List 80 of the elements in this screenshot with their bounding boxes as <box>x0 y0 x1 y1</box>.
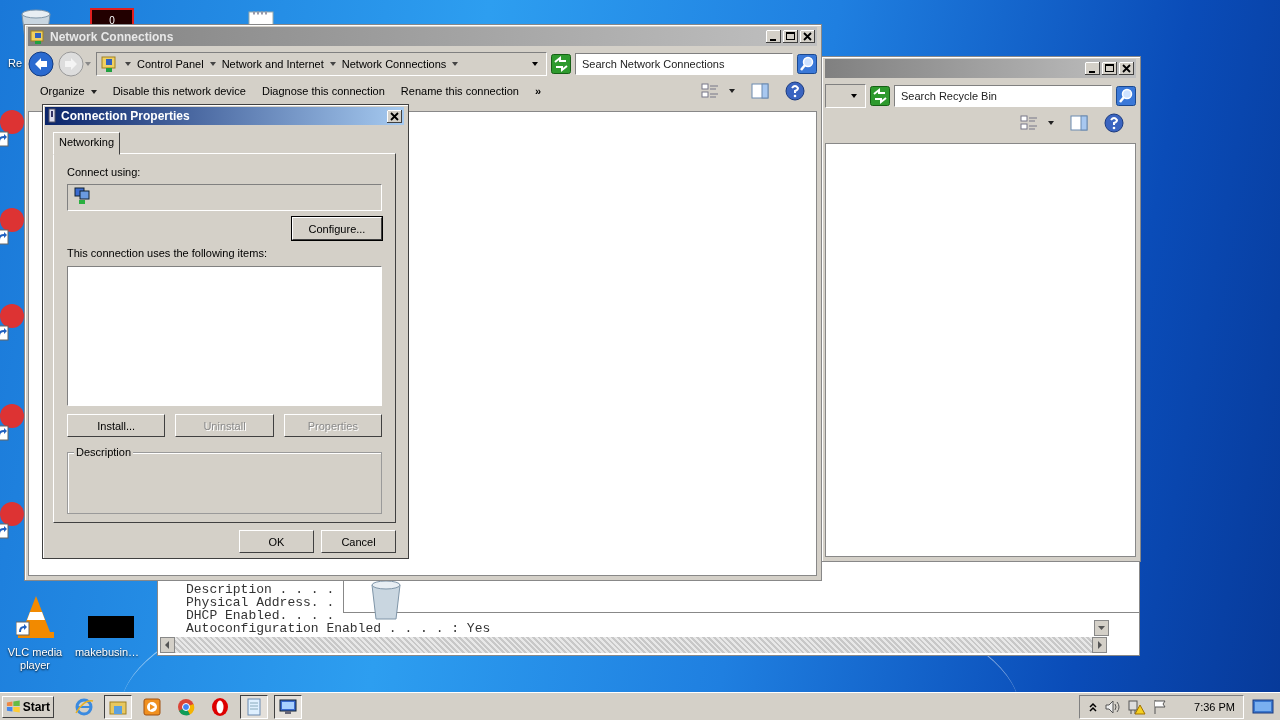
scroll-right-button[interactable] <box>1092 637 1107 653</box>
search-icon[interactable] <box>797 54 817 74</box>
console-line: Autoconfiguration Enabled . . . . : Yes <box>186 622 491 635</box>
help-icon[interactable] <box>1104 113 1124 133</box>
breadcrumb[interactable]: Network Connections <box>341 58 447 70</box>
chrome-icon <box>176 696 196 717</box>
button[interactable]: OK <box>239 530 314 553</box>
help-icon[interactable] <box>785 81 805 101</box>
icon-label[interactable]: makebusin… <box>72 646 142 659</box>
dropdown-arrow-icon[interactable] <box>1048 121 1054 125</box>
icon-label[interactable]: VLC media player <box>0 646 70 672</box>
shortcut-icon <box>0 402 24 442</box>
start-button[interactable]: Start <box>2 695 54 718</box>
connection-icon <box>47 108 57 124</box>
views-icon[interactable] <box>701 83 719 99</box>
console-line: Description . . . . <box>186 583 335 596</box>
caret-icon[interactable] <box>452 62 459 66</box>
taskbar-button[interactable] <box>240 694 268 719</box>
breadcrumb[interactable]: Control Panel <box>137 58 204 70</box>
field-label: Connect using: <box>67 166 142 178</box>
dropdown-arrow-icon[interactable] <box>851 94 857 98</box>
horizontal-scrollbar[interactable] <box>160 637 1107 653</box>
shortcut-icon <box>0 500 24 540</box>
field-label: This connection uses the following items: <box>67 247 268 259</box>
button[interactable]: Configure... <box>292 217 382 240</box>
network-icon <box>278 696 298 717</box>
toolbar-button[interactable]: Disable this network device <box>112 85 246 97</box>
network-adapter-icon <box>74 187 90 205</box>
search-field[interactable]: Search Network Connections <box>575 53 793 75</box>
dialog-title: Connection Properties <box>61 109 190 123</box>
scroll-left-button[interactable] <box>160 637 175 653</box>
button[interactable]: Install... <box>67 414 166 437</box>
toolbar-button[interactable]: Rename this connection <box>400 85 519 97</box>
close-button[interactable] <box>387 109 402 123</box>
dropdown-arrow-icon[interactable] <box>532 62 538 66</box>
preview-pane-icon[interactable] <box>751 83 769 99</box>
toolbar-button[interactable]: Organize <box>40 85 97 97</box>
chevron-icon[interactable] <box>1088 700 1099 713</box>
caret-icon[interactable] <box>125 62 131 66</box>
taskbar-button[interactable] <box>274 694 302 719</box>
scroll-down-button[interactable] <box>1094 620 1109 636</box>
media-player-icon <box>142 696 162 717</box>
search-field[interactable]: Search Recycle Bin <box>894 85 1112 107</box>
recycle-bin-icon <box>368 579 404 621</box>
shortcut-icon <box>0 108 24 148</box>
shortcut-icon <box>0 302 24 342</box>
dropdown-arrow-icon[interactable] <box>729 89 735 93</box>
caret-icon[interactable] <box>329 62 336 66</box>
network-warning-icon[interactable] <box>1128 698 1147 715</box>
thumbnail <box>88 616 134 638</box>
network-folder-icon <box>30 28 46 45</box>
address-bar[interactable]: Control Panel Network and Internet Network Connections <box>96 52 547 76</box>
search-icon[interactable] <box>1116 86 1136 106</box>
button[interactable]: Cancel <box>321 530 396 553</box>
toolbar-button[interactable]: » <box>534 85 541 97</box>
refresh-icon[interactable] <box>870 86 890 106</box>
back-button-icon[interactable] <box>28 51 54 77</box>
breadcrumb[interactable]: Network and Internet <box>221 58 324 70</box>
shortcut-icon <box>0 206 24 246</box>
group-label: Description <box>74 446 134 458</box>
traffic-cone-icon <box>16 594 56 640</box>
console-line: DHCP Enabled. . . . <box>186 609 335 622</box>
taskbar-button[interactable] <box>104 694 132 719</box>
preview-pane-icon[interactable] <box>1070 115 1088 131</box>
notepad-icon <box>244 696 264 717</box>
show-desktop-icon[interactable] <box>1252 697 1274 716</box>
clock[interactable]: 7:36 PM <box>1194 700 1235 713</box>
tab[interactable]: Networking <box>53 132 121 155</box>
icon-label[interactable]: Re <box>8 57 23 70</box>
browser-icon <box>74 696 94 717</box>
toolbar-button[interactable]: Diagnose this connection <box>261 85 385 97</box>
caret-icon[interactable] <box>209 62 216 66</box>
address-bar[interactable] <box>825 84 866 108</box>
refresh-icon[interactable] <box>551 54 571 74</box>
speaker-icon[interactable] <box>1104 698 1123 715</box>
windows-logo-icon <box>6 698 21 715</box>
console-line: Physical Address. . <box>186 596 335 609</box>
network-folder-icon <box>101 55 119 73</box>
views-icon[interactable] <box>1020 115 1038 131</box>
opera-icon <box>210 696 230 717</box>
